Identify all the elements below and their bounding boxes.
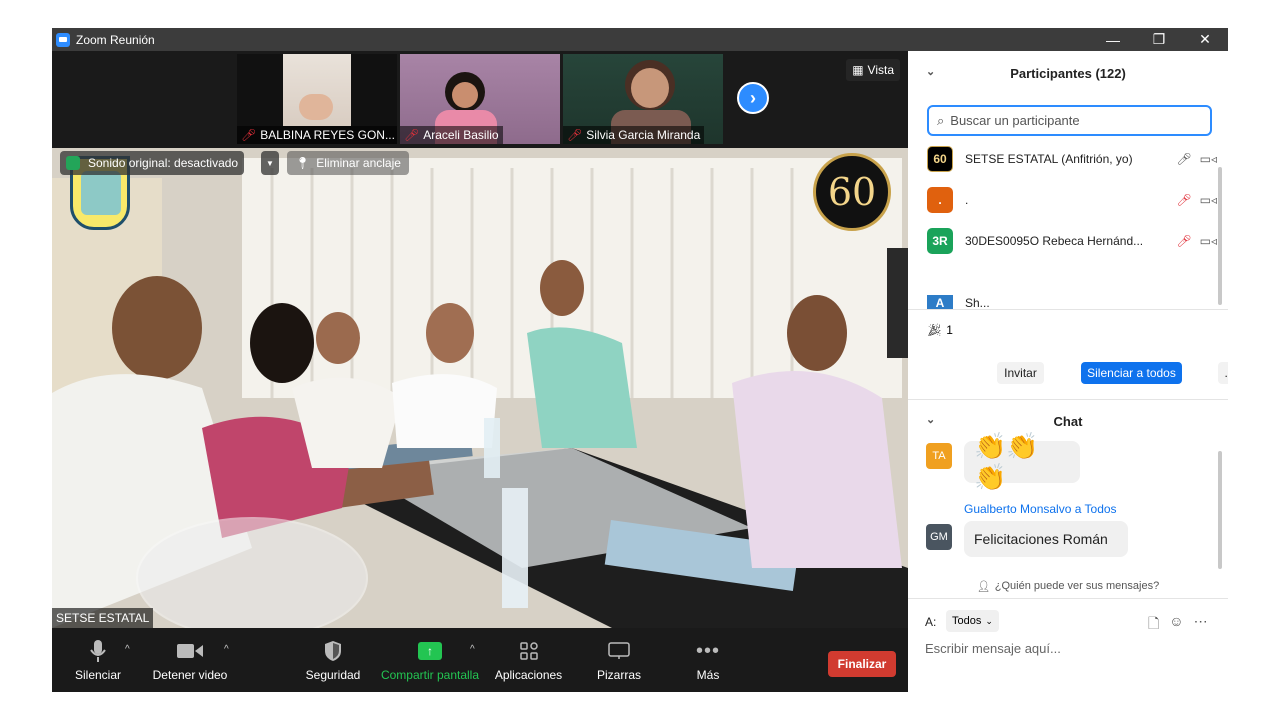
microphone-icon: 🎤︎: [1176, 152, 1192, 166]
close-button[interactable]: ✕: [1182, 28, 1228, 51]
search-icon: ⌕: [937, 112, 945, 128]
chat-message-input[interactable]: Escribir mensaje aquí...: [925, 641, 1215, 661]
more-button[interactable]: ••• Más: [685, 638, 731, 683]
participant-row[interactable]: . . 🎤︎ ▭◃: [927, 182, 1217, 218]
who-can-see-messages[interactable]: 👤︎ ¿Quién puede ver sus mensajes?: [908, 576, 1228, 596]
participant-row-clipped[interactable]: A Sh...: [908, 295, 1228, 309]
window-title: Zoom Reunión: [76, 32, 155, 47]
zoom-logo-icon: [56, 32, 70, 47]
avatar: A: [927, 295, 953, 309]
divider: [908, 399, 1228, 400]
anniversary-60-logo: 60: [813, 153, 891, 231]
chevron-down-icon[interactable]: ⌄: [926, 65, 935, 78]
participant-row[interactable]: 60 SETSE ESTATAL (Anfitrión, yo) 🎤︎ ▭◃: [927, 141, 1217, 177]
participants-scrollbar[interactable]: [1218, 167, 1222, 305]
gallery-strip: 🎤︎ BALBINA REYES GON... 🎤︎ Araceli Basilio…: [52, 51, 908, 147]
apps-button[interactable]: Aplicaciones: [492, 638, 565, 682]
view-button[interactable]: ▦ Vista: [846, 59, 900, 81]
video-camera-icon: ▭◃: [1199, 193, 1217, 207]
chevron-right-icon: ›: [750, 87, 756, 108]
participant-search-input[interactable]: ⌕ Buscar un participante: [927, 105, 1212, 136]
whiteboards-button[interactable]: Pizarras: [592, 638, 646, 682]
gallery-thumbnail[interactable]: 🎤︎ Araceli Basilio: [400, 54, 560, 144]
meeting-room-scene: [52, 148, 908, 628]
avatar: .: [927, 187, 953, 213]
pin-icon: 📍︎: [295, 156, 311, 170]
reactions-count: 🎉︎ 1: [927, 323, 953, 337]
mic-muted-icon: 🎤︎: [1176, 234, 1192, 248]
mute-all-button[interactable]: Silenciar a todos: [1081, 362, 1182, 384]
participant-row[interactable]: 3R 30DES0095O Rebeca Hernánd... 🎤︎ ▭◃: [927, 223, 1217, 259]
chat-actions: 🗋︎ ☺︎ ⋯: [1148, 613, 1208, 637]
video-camera-icon: ▭◃: [1199, 234, 1217, 248]
microphone-icon: [70, 638, 126, 664]
original-sound-dropdown[interactable]: ▼: [261, 151, 279, 175]
apps-icon: [492, 638, 565, 664]
share-screen-button[interactable]: ↑ Compartir pantalla: [378, 638, 482, 682]
avatar: 3R: [927, 228, 953, 254]
participant-name-tag: 🎤︎ BALBINA REYES GON...: [237, 126, 397, 144]
chat-to-label: A:: [925, 615, 937, 629]
participants-header: ⌄ Participantes (122): [926, 65, 1126, 81]
video-options-caret[interactable]: ^: [224, 644, 229, 655]
mic-muted-icon: 🎤︎: [404, 128, 420, 142]
chat-scrollbar[interactable]: [1218, 451, 1222, 569]
divider: [908, 598, 1228, 599]
avatar: GM: [926, 524, 952, 550]
unpin-button[interactable]: 📍︎ Eliminar anclaje: [287, 151, 409, 175]
mic-muted-icon: 🎤︎: [567, 128, 583, 142]
avatar: 60: [927, 146, 953, 172]
share-options-caret[interactable]: ^: [470, 644, 475, 655]
main-video: 60 Sonido original: desactivado ▼ 📍︎ Eli…: [52, 148, 908, 628]
divider: [908, 309, 1228, 310]
zoom-window: Zoom Reunión — ❐ ✕ 🎤︎ BALBINA REYES GON..…: [52, 28, 1228, 692]
emoji-icon[interactable]: ☺︎: [1169, 613, 1183, 637]
shield-icon: [303, 638, 363, 664]
original-sound-indicator[interactable]: Sonido original: desactivado: [60, 151, 245, 175]
title-bar: Zoom Reunión — ❐ ✕: [52, 28, 1228, 51]
mute-options-caret[interactable]: ^: [125, 644, 130, 655]
side-panel: ⌄ Participantes (122) ⌕ Buscar un partic…: [908, 51, 1228, 692]
participant-name-tag: 🎤︎ Silvia Garcia Miranda: [563, 126, 705, 144]
share-screen-icon: ↑: [378, 638, 482, 664]
video-camera-icon: ▭◃: [1199, 152, 1217, 166]
invite-button[interactable]: Invitar: [997, 362, 1044, 384]
restore-button[interactable]: ❐: [1136, 28, 1182, 51]
gallery-thumbnail[interactable]: 🎤︎ Silvia Garcia Miranda: [563, 54, 723, 144]
video-area: 🎤︎ BALBINA REYES GON... 🎤︎ Araceli Basilio…: [52, 51, 908, 628]
mic-muted-icon: 🎤︎: [241, 128, 257, 142]
minimize-button[interactable]: —: [1090, 28, 1136, 51]
chevron-down-icon[interactable]: ⌄: [926, 413, 935, 426]
person-lock-icon: 👤︎: [976, 580, 991, 593]
party-popper-icon: 🎉︎: [927, 323, 943, 337]
next-page-button[interactable]: ›: [737, 82, 769, 114]
end-meeting-button[interactable]: Finalizar: [828, 651, 896, 677]
gallery-thumbnail[interactable]: 🎤︎ BALBINA REYES GON...: [237, 54, 397, 144]
avatar: TA: [926, 443, 952, 469]
chevron-down-icon: ▼: [266, 158, 274, 168]
more-dots-icon: •••: [695, 639, 720, 662]
more-options-button[interactable]: ...: [1218, 362, 1228, 384]
security-button[interactable]: Seguridad: [303, 638, 363, 682]
file-icon[interactable]: 🗋︎: [1148, 613, 1159, 637]
whiteboard-icon: [592, 638, 646, 664]
video-camera-icon: [150, 638, 230, 664]
more-dots-icon[interactable]: ⋯: [1194, 613, 1208, 637]
shield-check-icon: [66, 156, 80, 170]
participant-name-tag: 🎤︎ Araceli Basilio: [400, 126, 503, 144]
chevron-down-icon: ⌄: [985, 615, 993, 626]
grid-icon: ▦: [852, 63, 864, 77]
chat-message: 👏👏👏: [964, 431, 1080, 492]
meeting-toolbar: Silenciar ^ Detener video ^ Seguridad ↑ …: [52, 628, 908, 692]
chat-message: Felicitaciones Román: [964, 521, 1128, 557]
chat-recipient-dropdown[interactable]: Todos ⌄: [946, 610, 999, 632]
mic-muted-icon: 🎤︎: [1176, 193, 1192, 207]
chat-sender: Gualberto Monsalvo a Todos: [964, 502, 1117, 516]
speaker-name-tag: SETSE ESTATAL: [52, 608, 154, 628]
stop-video-button[interactable]: Detener video: [150, 638, 230, 682]
mute-button[interactable]: Silenciar: [70, 638, 126, 682]
